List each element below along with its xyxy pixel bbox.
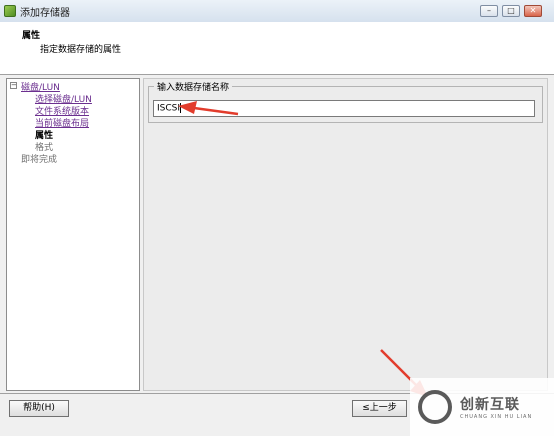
watermark-subtext: CHUANG XIN HU LIAN — [460, 414, 533, 420]
wizard-steps-panel: − 磁盘/LUN 选择磁盘/LUN 文件系统版本 当前磁盘布局 属性 格式 即将… — [6, 78, 140, 391]
app-icon — [4, 5, 16, 17]
close-button[interactable]: ✕ — [524, 5, 542, 17]
wizard-header: 属性 指定数据存储的属性 — [0, 22, 554, 75]
page-subtitle: 指定数据存储的属性 — [40, 45, 122, 55]
watermark-text: 创新互联 — [460, 397, 520, 413]
datastore-name-label: 输入数据存储名称 — [154, 80, 233, 93]
title-bar: 添加存储器 – □ ✕ — [0, 0, 554, 23]
page-title: 属性 — [22, 31, 41, 41]
maximize-button[interactable]: □ — [502, 5, 520, 17]
collapse-icon[interactable]: − — [10, 82, 17, 89]
datastore-name-input[interactable]: ISCSI — [153, 100, 535, 117]
text-caret — [180, 103, 182, 113]
step-ready-to-complete: 即将完成 — [21, 155, 58, 165]
content-panel — [143, 78, 548, 391]
watermark-logo-icon — [418, 390, 452, 424]
watermark: 创新互联 CHUANG XIN HU LIAN — [410, 378, 554, 436]
datastore-name-value: ISCSI — [157, 103, 181, 114]
window-title: 添加存储器 — [20, 8, 70, 19]
minimize-button[interactable]: – — [480, 5, 498, 17]
back-button[interactable]: ≤上一步 — [352, 400, 407, 417]
help-button[interactable]: 帮助(H) — [9, 400, 69, 417]
